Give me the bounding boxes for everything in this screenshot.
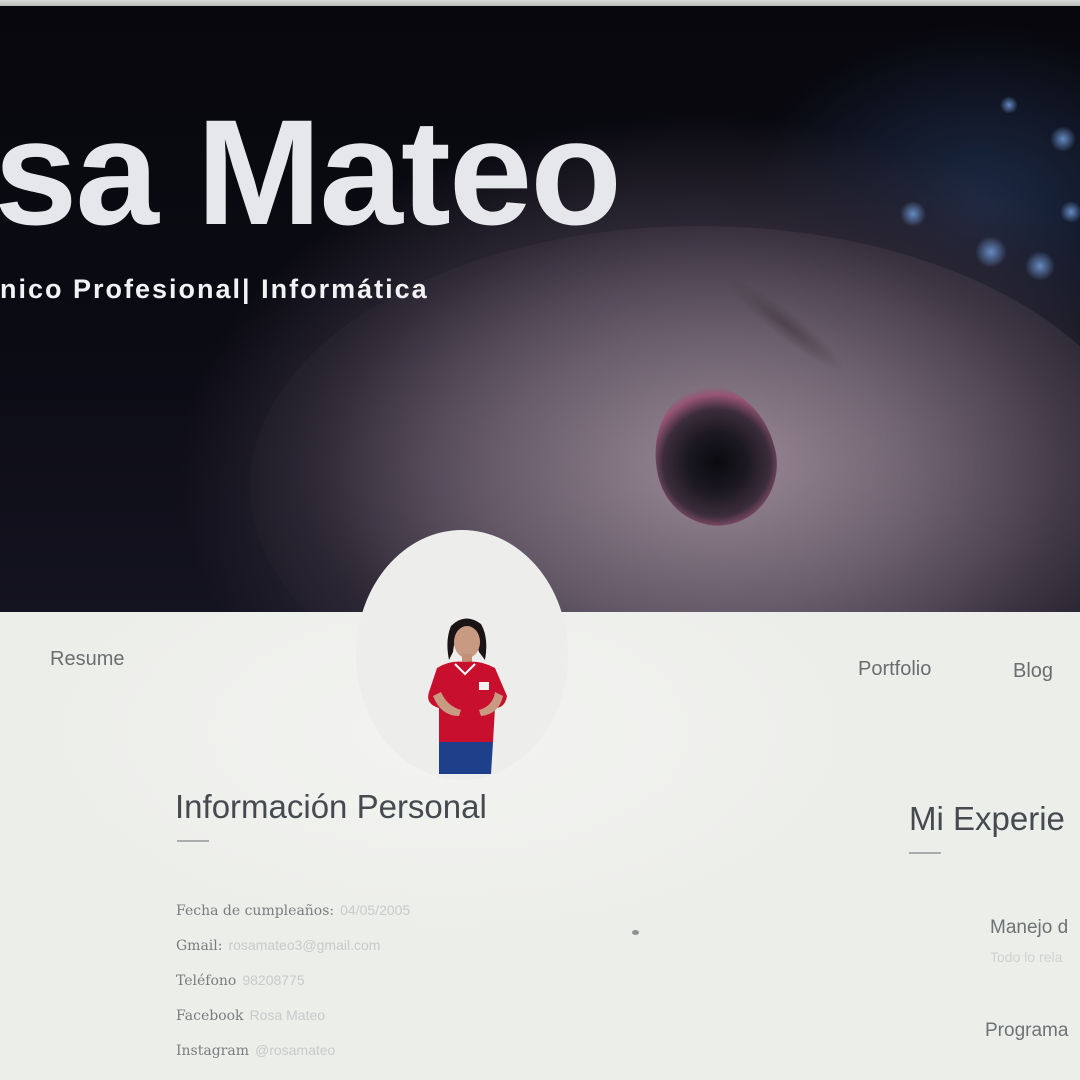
screen-speck [632, 930, 639, 935]
personal-title-divider [177, 840, 209, 842]
info-label: Fecha de cumpleaños: [176, 903, 335, 919]
experience-title-divider [909, 852, 941, 854]
hero-sparkle [975, 236, 1007, 268]
nav-resume-link[interactable]: Resume [50, 648, 124, 671]
hero-sparkle [1060, 201, 1080, 223]
personal-info-title: Información Personal [175, 788, 487, 825]
info-value: @rosamateo [254, 1042, 336, 1058]
profile-avatar-frame [356, 530, 568, 780]
info-value: Rosa Mateo [249, 1007, 326, 1023]
nav-blog-link[interactable]: Blog [1013, 660, 1053, 683]
info-label: Gmail: [176, 938, 223, 954]
hero-sparkle [900, 201, 926, 227]
info-value: rosamateo3@gmail.com [228, 937, 381, 953]
personal-info-list: Fecha de cumpleaños: 04/05/2005 Gmail: ros… [176, 902, 410, 1077]
nav-portfolio-link[interactable]: Portfolio [858, 658, 931, 681]
experience-item: Manejo d Todo lo rela [990, 917, 1068, 965]
experience-title: Mi Experie [909, 800, 1065, 837]
info-row-facebook: Facebook Rosa Mateo [176, 1007, 410, 1042]
hero-sparkle [1025, 251, 1055, 281]
experience-item-title: Programa [985, 1020, 1069, 1041]
browser-screen: sa Mateo nico Profesional| Informática R… [0, 0, 1080, 1080]
info-row-instagram: Instagram @rosamateo [176, 1042, 410, 1077]
info-label: Teléfono [176, 973, 237, 989]
info-row-phone: Teléfono 98208775 [176, 972, 410, 1007]
experience-item: Programa [985, 1020, 1068, 1052]
info-value: 98208775 [242, 972, 305, 988]
profile-photo-icon [428, 618, 507, 774]
hero-name: sa Mateo [0, 88, 622, 256]
hero-subtitle: nico Profesional| Informática [0, 274, 429, 304]
info-row-birthday: Fecha de cumpleaños: 04/05/2005 [176, 902, 410, 937]
hero-sparkle [1050, 126, 1076, 152]
info-value: 04/05/2005 [340, 902, 411, 918]
experience-item-title: Manejo d [990, 917, 1069, 938]
experience-item-subtitle: Todo lo rela [990, 949, 1063, 965]
info-row-gmail: Gmail: rosamateo3@gmail.com [176, 937, 410, 972]
info-label: Instagram [176, 1043, 249, 1059]
info-label: Facebook [176, 1008, 244, 1024]
hero-sparkle [1000, 96, 1018, 114]
hero-banner: sa Mateo nico Profesional| Informática [0, 6, 1080, 612]
